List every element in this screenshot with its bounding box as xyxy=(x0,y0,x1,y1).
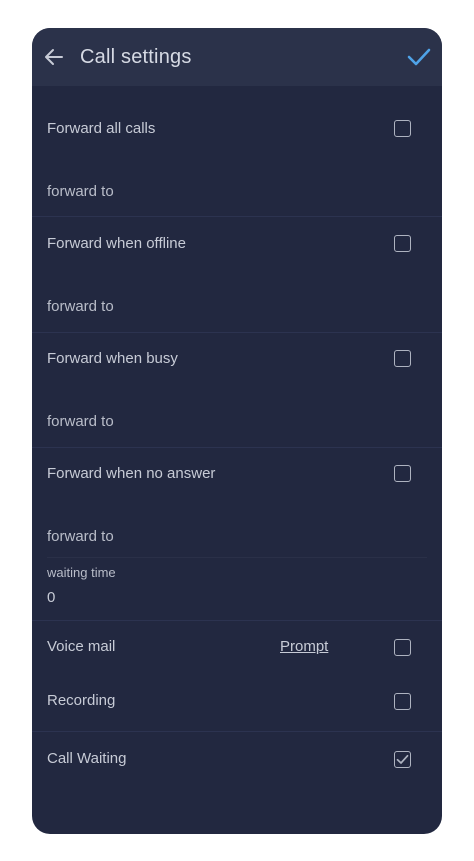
arrow-left-icon xyxy=(45,49,63,65)
back-button[interactable] xyxy=(42,45,66,69)
divider xyxy=(47,557,427,558)
forward-busy-checkbox[interactable] xyxy=(394,350,411,367)
call-waiting-label: Call Waiting xyxy=(47,750,127,767)
recording-label: Recording xyxy=(47,692,116,709)
call-settings-screen: Call settings Forward all calls forward … xyxy=(32,28,442,834)
forward-no-answer-target-field[interactable]: forward to xyxy=(47,528,114,545)
forward-no-answer-label: Forward when no answer xyxy=(47,465,216,482)
checkbox-check-icon xyxy=(396,754,409,764)
waiting-time-label: waiting time xyxy=(47,565,116,580)
header-bar: Call settings xyxy=(32,28,442,86)
page-title: Call settings xyxy=(80,46,192,68)
divider xyxy=(32,447,442,448)
confirm-button[interactable] xyxy=(406,45,432,69)
voice-mail-checkbox[interactable] xyxy=(394,639,411,656)
prompt-link[interactable]: Prompt xyxy=(280,638,328,655)
call-waiting-checkbox[interactable] xyxy=(394,751,411,768)
checkmark-icon xyxy=(407,48,431,66)
divider xyxy=(32,731,442,732)
forward-offline-checkbox[interactable] xyxy=(394,235,411,252)
forward-busy-label: Forward when busy xyxy=(47,350,178,367)
divider xyxy=(32,620,442,621)
forward-all-calls-label: Forward all calls xyxy=(47,120,156,137)
divider xyxy=(32,216,442,217)
forward-offline-target-field[interactable]: forward to xyxy=(47,298,114,315)
recording-checkbox[interactable] xyxy=(394,693,411,710)
forward-all-calls-checkbox[interactable] xyxy=(394,120,411,137)
forward-busy-target-field[interactable]: forward to xyxy=(47,413,114,430)
forward-no-answer-checkbox[interactable] xyxy=(394,465,411,482)
waiting-time-input[interactable]: 0 xyxy=(47,589,55,606)
forward-offline-label: Forward when offline xyxy=(47,235,186,252)
voice-mail-label: Voice mail xyxy=(47,638,116,655)
forward-all-target-field[interactable]: forward to xyxy=(47,183,114,200)
divider xyxy=(32,332,442,333)
